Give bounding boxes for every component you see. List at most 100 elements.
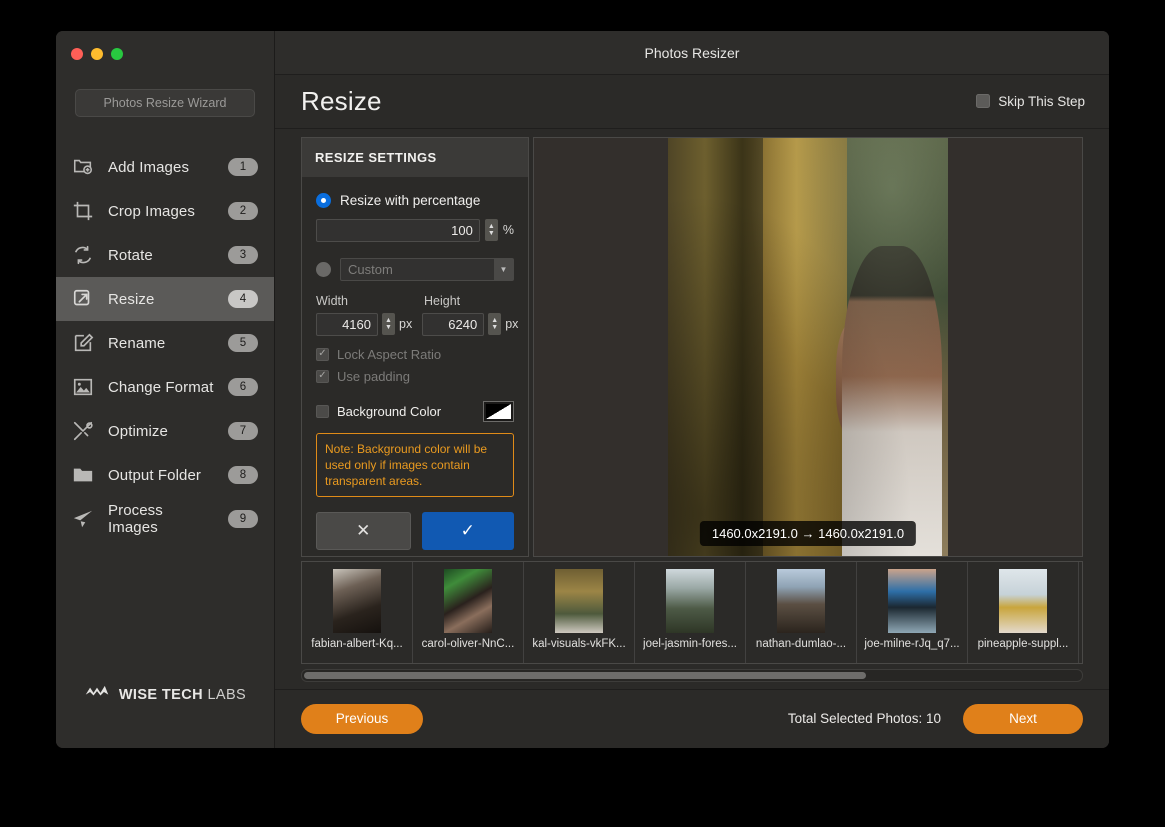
lock-aspect-ratio-row[interactable]: ✓ Lock Aspect Ratio: [316, 347, 514, 362]
lock-aspect-ratio-checkbox[interactable]: ✓: [316, 347, 329, 361]
wizard-button[interactable]: Photos Resize Wizard: [75, 89, 255, 117]
swatch-preview: [486, 403, 511, 419]
background-color-note: Note: Background color will be used only…: [316, 432, 514, 497]
thumbnail-image: [888, 568, 936, 633]
stepper-down-icon: ▼: [491, 324, 499, 332]
sidebar-item-label: Output Folder: [108, 466, 202, 484]
thumbnail-image: [444, 568, 492, 633]
width-stepper[interactable]: ▲ ▼: [382, 313, 395, 336]
sidebar-item-optimize[interactable]: Optimize 7: [56, 409, 274, 453]
thumbnail-item[interactable]: joel-jasmin-fores...: [635, 561, 746, 663]
dimension-inputs: 4160 ▲ ▼ px 6240 ▲ ▼ px: [316, 312, 518, 336]
close-button[interactable]: [71, 48, 83, 60]
cancel-button[interactable]: ✕: [316, 511, 411, 550]
brand-footer: WISE TECH LABS: [56, 683, 274, 706]
previous-button[interactable]: Previous: [301, 703, 423, 734]
percentage-field-row: 100 ▲ ▼ %: [316, 218, 514, 242]
thumbnail-name: nathan-dumlao-...: [755, 637, 847, 650]
dimension-labels: Width Height: [316, 294, 514, 308]
background-color-swatch[interactable]: [483, 400, 514, 422]
thumbnail-name: pineapple-suppl...: [977, 637, 1069, 650]
skip-this-step-checkbox[interactable]: [976, 94, 991, 109]
thumbnail-item[interactable]: kal-visuals-vkFK...: [524, 561, 635, 663]
use-padding-row[interactable]: ✓ Use padding: [316, 369, 514, 384]
stepper-up-icon: ▲: [491, 317, 499, 325]
height-stepper[interactable]: ▲ ▼: [488, 313, 502, 336]
check-icon: ✓: [460, 520, 475, 540]
thumbnail-item[interactable]: fabian-albert-Kq...: [302, 561, 413, 663]
thumbnail-item[interactable]: nathan-dumlao-...: [746, 561, 857, 663]
use-padding-checkbox[interactable]: ✓: [316, 369, 329, 383]
image-preview[interactable]: 1460.0x2191.0 → 1460.0x2191.0: [533, 136, 1083, 557]
sidebar-item-badge: 9: [228, 510, 258, 528]
brand-bold: WISE TECH: [118, 686, 204, 703]
percentage-input[interactable]: 100: [316, 218, 480, 242]
sidebar-item-badge: 8: [228, 466, 258, 484]
rotate-icon: [70, 242, 96, 268]
width-input[interactable]: 4160: [316, 312, 378, 336]
photo-layer: [668, 137, 948, 556]
preset-select[interactable]: Custom ▼: [340, 257, 514, 281]
minimize-button[interactable]: [91, 48, 103, 60]
background-color-row[interactable]: Background Color: [316, 400, 514, 422]
sidebar-item-process-images[interactable]: Process Images 9: [56, 497, 274, 541]
skip-this-step-label: Skip This Step: [998, 93, 1085, 109]
background-color-checkbox[interactable]: [316, 404, 329, 418]
thumbnail-image: [666, 568, 714, 633]
thumbnail-item[interactable]: pineapple-suppl...: [968, 561, 1079, 663]
sidebar-item-change-format[interactable]: Change Format 6: [56, 365, 274, 409]
page-title: Resize: [301, 85, 382, 116]
add-image-icon: [70, 154, 96, 180]
stepper-down-icon: ▼: [385, 324, 392, 332]
thumbnail-name: joel-jasmin-fores...: [643, 637, 737, 650]
sidebar-nav: Add Images 1 Crop Images 2 Rotate 3 Resi…: [56, 145, 274, 541]
sidebar-item-resize[interactable]: Resize 4: [56, 277, 274, 321]
scrollbar-thumb[interactable]: [304, 671, 866, 679]
sidebar-item-rename[interactable]: Rename 5: [56, 321, 274, 365]
settings-body: Resize with percentage 100 ▲ ▼ % Custom …: [302, 177, 528, 550]
brand-light: LABS: [207, 686, 247, 703]
thumbnail-image: [777, 568, 825, 633]
sidebar-item-badge: 2: [228, 202, 258, 220]
thumbnail-name: joe-milne-rJq_q7...: [864, 637, 960, 650]
resize-dimension-option[interactable]: Custom ▼: [316, 257, 514, 281]
thumbnail-item[interactable]: carol-oliver-NnC...: [413, 561, 524, 663]
sidebar-item-output-folder[interactable]: Output Folder 8: [56, 453, 274, 497]
dimension-radio[interactable]: [316, 261, 331, 277]
sidebar-item-crop-images[interactable]: Crop Images 2: [56, 189, 274, 233]
next-button[interactable]: Next: [963, 703, 1083, 734]
sidebar-item-badge: 1: [228, 158, 258, 176]
height-label: Height: [424, 293, 461, 308]
percentage-radio[interactable]: [316, 192, 331, 208]
width-group: 4160 ▲ ▼ px: [316, 312, 413, 336]
percentage-stepper[interactable]: ▲ ▼: [484, 219, 498, 242]
width-unit: px: [399, 317, 413, 332]
sidebar-item-label: Rename: [108, 334, 166, 352]
skip-this-step-control[interactable]: Skip This Step: [976, 94, 1085, 109]
height-group: 6240 ▲ ▼ px: [422, 312, 519, 336]
lock-aspect-ratio-label: Lock Aspect Ratio: [337, 346, 442, 362]
sidebar: Photos Resize Wizard Add Images 1 Crop I…: [56, 31, 275, 748]
sidebar-item-label: Crop Images: [108, 202, 195, 220]
height-input[interactable]: 6240: [422, 312, 485, 336]
thumbnail-name: carol-oliver-NnC...: [421, 637, 515, 650]
sidebar-item-badge: 6: [228, 378, 258, 396]
thumbnail-item[interactable]: joe-milne-rJq_q7...: [857, 561, 968, 663]
resize-percentage-option[interactable]: Resize with percentage: [316, 192, 514, 208]
height-unit: px: [505, 317, 519, 332]
apply-button[interactable]: ✓: [421, 511, 514, 550]
use-padding-label: Use padding: [337, 368, 410, 384]
sidebar-item-label: Change Format: [108, 378, 214, 396]
width-label: Width: [316, 293, 348, 308]
window-title: Photos Resizer: [275, 31, 1109, 76]
resize-settings-panel: RESIZE SETTINGS Resize with percentage 1…: [301, 136, 529, 557]
sidebar-item-add-images[interactable]: Add Images 1: [56, 145, 274, 189]
dimension-badge: 1460.0x2191.0 → 1460.0x2191.0: [699, 520, 917, 546]
close-icon: ✕: [356, 520, 371, 540]
sidebar-item-badge: 3: [228, 246, 258, 264]
thumbnail-strip[interactable]: fabian-albert-Kq... carol-oliver-NnC... …: [301, 560, 1083, 664]
zoom-button[interactable]: [111, 48, 123, 60]
thumbnail-scrollbar[interactable]: [301, 668, 1083, 682]
sidebar-item-rotate[interactable]: Rotate 3: [56, 233, 274, 277]
sidebar-item-label: Resize: [108, 290, 155, 308]
